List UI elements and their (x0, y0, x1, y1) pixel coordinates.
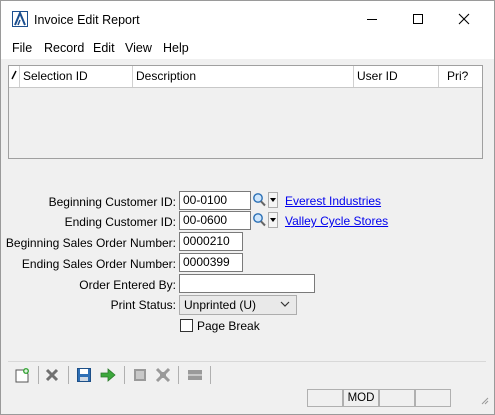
toolbar-separator (124, 366, 125, 384)
bottom-toolbar (8, 361, 486, 387)
ending-order-input[interactable]: 0000399 (179, 253, 243, 272)
toolbar-separator (38, 366, 39, 384)
toolbar-separator (178, 366, 179, 384)
beginning-customer-input[interactable]: 00-0100 (179, 191, 251, 210)
menu-help[interactable]: Help (163, 41, 189, 55)
print-icon (134, 369, 146, 381)
menu-edit[interactable]: Edit (93, 41, 115, 55)
toolbar-separator (68, 366, 69, 384)
preview-icon (155, 367, 171, 383)
column-user-id[interactable]: User ID (354, 66, 439, 87)
resize-grip-icon[interactable] (479, 395, 489, 405)
status-bar: MOD (5, 389, 490, 409)
toolbar-separator (210, 366, 211, 384)
search-lookup-icon[interactable] (252, 212, 266, 228)
beginning-order-label: Beginning Sales Order Number: (5, 236, 176, 250)
print-button[interactable] (129, 364, 151, 386)
close-button[interactable] (441, 1, 487, 37)
print-status-value: Unprinted (U) (184, 298, 257, 312)
new-record-button[interactable] (11, 364, 33, 386)
selection-grid[interactable]: Selection ID Description User ID Pri? (8, 65, 483, 159)
chevron-down-icon (280, 301, 290, 307)
minimize-icon (367, 19, 377, 20)
title-bar: Invoice Edit Report (1, 1, 494, 37)
minimize-button[interactable] (349, 1, 395, 37)
status-pane-mod: MOD (343, 389, 379, 407)
menu-view[interactable]: View (125, 41, 152, 55)
chevron-down-icon (270, 218, 276, 222)
ending-customer-input[interactable]: 00-0600 (179, 211, 251, 230)
pencil-icon (9, 66, 20, 87)
ending-customer-name-link[interactable]: Valley Cycle Stores (285, 214, 388, 228)
column-selection-id[interactable]: Selection ID (20, 66, 133, 87)
invoice-edit-report-window: Invoice Edit Report File Record Edit Vie… (0, 0, 495, 415)
maximize-button[interactable] (395, 1, 441, 37)
save-disk-icon (77, 368, 91, 382)
setup-button[interactable] (184, 364, 206, 386)
status-pane-1 (307, 389, 343, 407)
print-status-select[interactable]: Unprinted (U) (179, 295, 297, 315)
beginning-customer-name-link[interactable]: Everest Industries (285, 194, 381, 208)
window-title: Invoice Edit Report (34, 13, 140, 27)
search-lookup-icon[interactable] (252, 192, 266, 208)
preview-button[interactable] (152, 364, 174, 386)
status-pane-3 (379, 389, 415, 407)
chevron-down-icon (270, 198, 276, 202)
delete-button[interactable] (41, 364, 63, 386)
grid-header: Selection ID Description User ID Pri? (9, 66, 482, 88)
menu-bar: File Record Edit View Help (1, 37, 494, 59)
maximize-icon (413, 14, 423, 24)
ending-order-label: Ending Sales Order Number: (21, 257, 176, 271)
beginning-customer-dropdown-button[interactable] (268, 192, 278, 208)
proceed-button[interactable] (97, 364, 119, 386)
new-document-icon (15, 368, 29, 383)
status-pane-4 (415, 389, 451, 407)
ending-customer-label: Ending Customer ID: (64, 215, 176, 229)
print-status-label: Print Status: (110, 298, 176, 312)
delete-x-icon (45, 368, 59, 382)
entered-by-input[interactable] (179, 274, 315, 293)
close-icon (458, 13, 470, 25)
setup-bar-icon (188, 370, 202, 380)
page-break-label[interactable]: Page Break (197, 319, 260, 333)
menu-record[interactable]: Record (44, 41, 84, 55)
ending-customer-dropdown-button[interactable] (268, 212, 278, 228)
column-description[interactable]: Description (133, 66, 354, 87)
menu-file[interactable]: File (12, 41, 32, 55)
green-arrow-icon (100, 368, 116, 382)
column-priority[interactable]: Pri? (439, 66, 482, 87)
save-button[interactable] (73, 364, 95, 386)
beginning-order-input[interactable]: 0000210 (179, 232, 243, 251)
beginning-customer-label: Beginning Customer ID: (48, 195, 176, 209)
entered-by-label: Order Entered By: (79, 278, 176, 292)
app-logo-icon (12, 11, 28, 27)
page-break-checkbox[interactable] (180, 319, 193, 332)
